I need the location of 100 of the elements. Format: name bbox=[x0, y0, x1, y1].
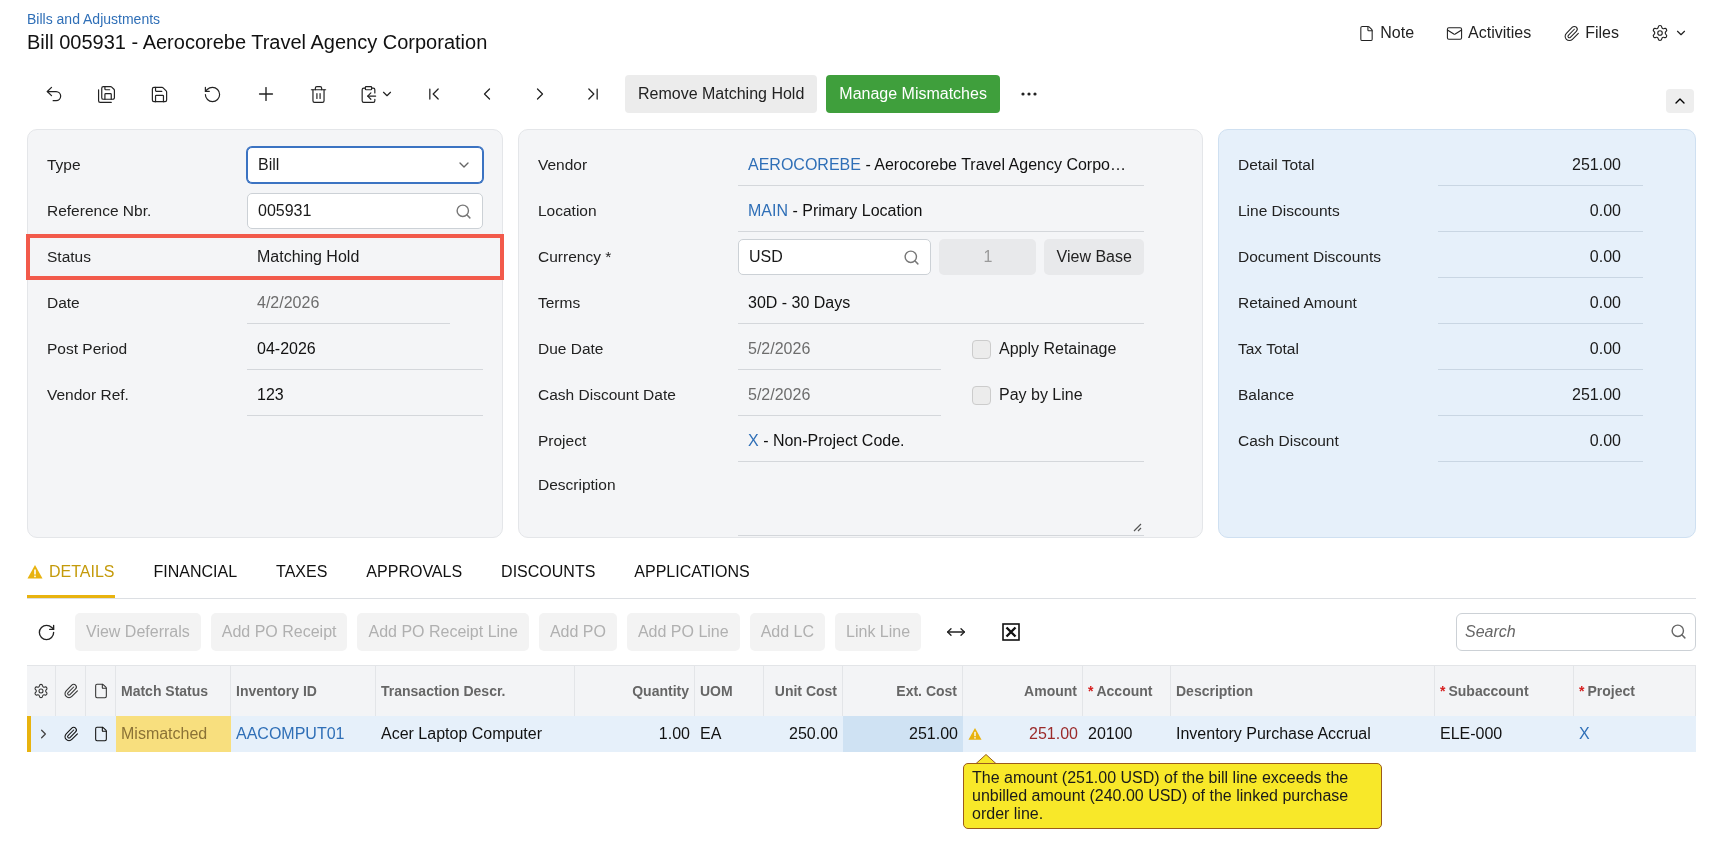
toolbar-action-button[interactable]: Manage Mismatches bbox=[826, 75, 1000, 113]
column-header[interactable]: Inventory ID bbox=[231, 665, 376, 716]
total-label: Cash Discount bbox=[1238, 432, 1340, 450]
total-value: 0.00 bbox=[1438, 420, 1643, 462]
toolbar-action-button[interactable]: Remove Matching Hold bbox=[625, 75, 818, 113]
file-icon bbox=[93, 726, 109, 742]
required-mark: * bbox=[1579, 683, 1585, 699]
row-note-cell[interactable] bbox=[86, 716, 116, 752]
save-all-icon bbox=[97, 84, 116, 104]
field-value: 5/2/2026 bbox=[738, 328, 941, 370]
field-label: Vendor Ref. bbox=[47, 386, 130, 404]
column-header[interactable]: Description bbox=[1171, 665, 1435, 716]
column-label: Transaction Descr. bbox=[381, 683, 506, 699]
field-label: Terms bbox=[538, 294, 582, 312]
rate-field: 1 bbox=[939, 239, 1037, 275]
save-icon bbox=[150, 84, 169, 104]
search-icon bbox=[455, 202, 472, 220]
total-value: 251.00 bbox=[1438, 374, 1643, 416]
field-text: - Non-Project Code. bbox=[763, 431, 905, 449]
breadcrumb-link[interactable]: Bills and Adjustments bbox=[27, 11, 161, 27]
total-value: 0.00 bbox=[1438, 190, 1643, 232]
checkbox[interactable] bbox=[972, 339, 991, 359]
header-action-button[interactable]: Note bbox=[1358, 24, 1415, 42]
spreadsheet-icon bbox=[1002, 623, 1021, 641]
table-cell: EA bbox=[695, 716, 764, 752]
field-label: Date bbox=[47, 294, 81, 312]
field-text: - Primary Location bbox=[792, 201, 923, 219]
field-link[interactable]: MAIN bbox=[748, 201, 788, 219]
field-link[interactable]: X bbox=[748, 431, 759, 449]
field-value: 5/2/2026 bbox=[738, 374, 941, 416]
table-cell: Inventory Purchase Accrual bbox=[1171, 716, 1435, 752]
tab[interactable]: TAXES bbox=[276, 556, 328, 598]
header-action-button[interactable]: Files bbox=[1563, 24, 1619, 42]
header-action-button[interactable]: Activities bbox=[1446, 24, 1532, 42]
column-label: Project bbox=[1587, 683, 1635, 699]
field-value[interactable]: 04-2026 bbox=[247, 328, 483, 370]
column-settings-cell[interactable] bbox=[27, 665, 56, 716]
total-label: Retained Amount bbox=[1238, 294, 1358, 312]
column-header[interactable]: Ext. Cost bbox=[843, 665, 963, 716]
table-cell: Acer Laptop Computer bbox=[376, 716, 575, 752]
column-header[interactable]: UOM bbox=[695, 665, 764, 716]
field-label: Status bbox=[47, 248, 92, 266]
field-value[interactable]: 123 bbox=[247, 374, 483, 416]
type-select[interactable]: Bill bbox=[247, 147, 483, 183]
undo-icon bbox=[203, 84, 222, 104]
table-cell: ELE-000 bbox=[1435, 716, 1574, 752]
settings-icon bbox=[1651, 24, 1669, 42]
total-label: Document Discounts bbox=[1238, 248, 1382, 266]
column-label: Quantity bbox=[632, 683, 689, 699]
column-header[interactable]: * Project bbox=[1574, 665, 1696, 716]
paperclip-icon bbox=[63, 726, 79, 742]
tab[interactable]: DISCOUNTS bbox=[501, 556, 596, 598]
settings-menu-button[interactable] bbox=[1651, 24, 1688, 42]
column-header[interactable]: Quantity bbox=[575, 665, 695, 716]
column-label: Unit Cost bbox=[774, 683, 837, 699]
field-label: Cash Discount Date bbox=[538, 386, 677, 404]
field-label: Due Date bbox=[538, 340, 605, 358]
column-label: UOM bbox=[700, 683, 733, 699]
lookup-field[interactable]: 005931 bbox=[247, 193, 483, 229]
table-cell: 20100 bbox=[1083, 716, 1171, 752]
refresh-icon bbox=[36, 622, 56, 642]
view-base-button[interactable]: View Base bbox=[1044, 239, 1144, 275]
column-header[interactable]: Transaction Descr. bbox=[376, 665, 575, 716]
collapse-button[interactable] bbox=[1666, 89, 1694, 113]
table-cell[interactable]: AACOMPUT01 bbox=[231, 716, 376, 752]
column-header[interactable]: * Subaccount bbox=[1435, 665, 1574, 716]
envelope-icon bbox=[1446, 24, 1464, 42]
field-label: Description bbox=[538, 476, 617, 494]
column-header[interactable]: Match Status bbox=[116, 665, 231, 716]
total-label: Detail Total bbox=[1238, 156, 1316, 174]
table-cell: 251.00 bbox=[843, 716, 963, 752]
table-cell: Mismatched bbox=[116, 716, 231, 752]
field-label: Currency * bbox=[538, 248, 613, 266]
column-header[interactable]: Unit Cost bbox=[764, 665, 843, 716]
checkbox-label: Pay by Line bbox=[999, 386, 1083, 404]
field-text: - Aerocorebe Travel Agency Corpo… bbox=[865, 155, 1126, 173]
table-cell: 1.00 bbox=[575, 716, 695, 752]
tab[interactable]: FINANCIAL bbox=[153, 556, 238, 598]
column-label: Match Status bbox=[121, 683, 209, 699]
total-value: 0.00 bbox=[1438, 328, 1643, 370]
tab[interactable]: DETAILS bbox=[27, 556, 115, 598]
search-field[interactable]: Search bbox=[1456, 613, 1696, 651]
field-link[interactable]: AEROCOREBE bbox=[748, 155, 861, 173]
total-label: Tax Total bbox=[1238, 340, 1300, 358]
warning-tooltip: The amount (251.00 USD) of the bill line exceeds the unbilled amount (240.00 USD) of the linked purchase order line. bbox=[963, 763, 1382, 829]
total-label: Line Discounts bbox=[1238, 202, 1341, 220]
tab[interactable]: APPLICATIONS bbox=[634, 556, 750, 598]
checkbox[interactable] bbox=[972, 385, 991, 405]
header-spacer bbox=[963, 665, 993, 716]
total-value: 0.00 bbox=[1438, 236, 1643, 278]
column-label: Subaccount bbox=[1448, 683, 1529, 699]
column-header[interactable]: Amount bbox=[993, 665, 1083, 716]
currency-field[interactable]: USD bbox=[738, 239, 932, 275]
tab[interactable]: APPROVALS bbox=[366, 556, 463, 598]
column-header[interactable]: * Account bbox=[1083, 665, 1171, 716]
search-icon bbox=[903, 248, 921, 266]
field-label: Vendor bbox=[538, 156, 589, 174]
settings-icon bbox=[33, 683, 49, 699]
column-label: Inventory ID bbox=[236, 683, 317, 699]
table-cell[interactable]: X bbox=[1574, 716, 1696, 752]
